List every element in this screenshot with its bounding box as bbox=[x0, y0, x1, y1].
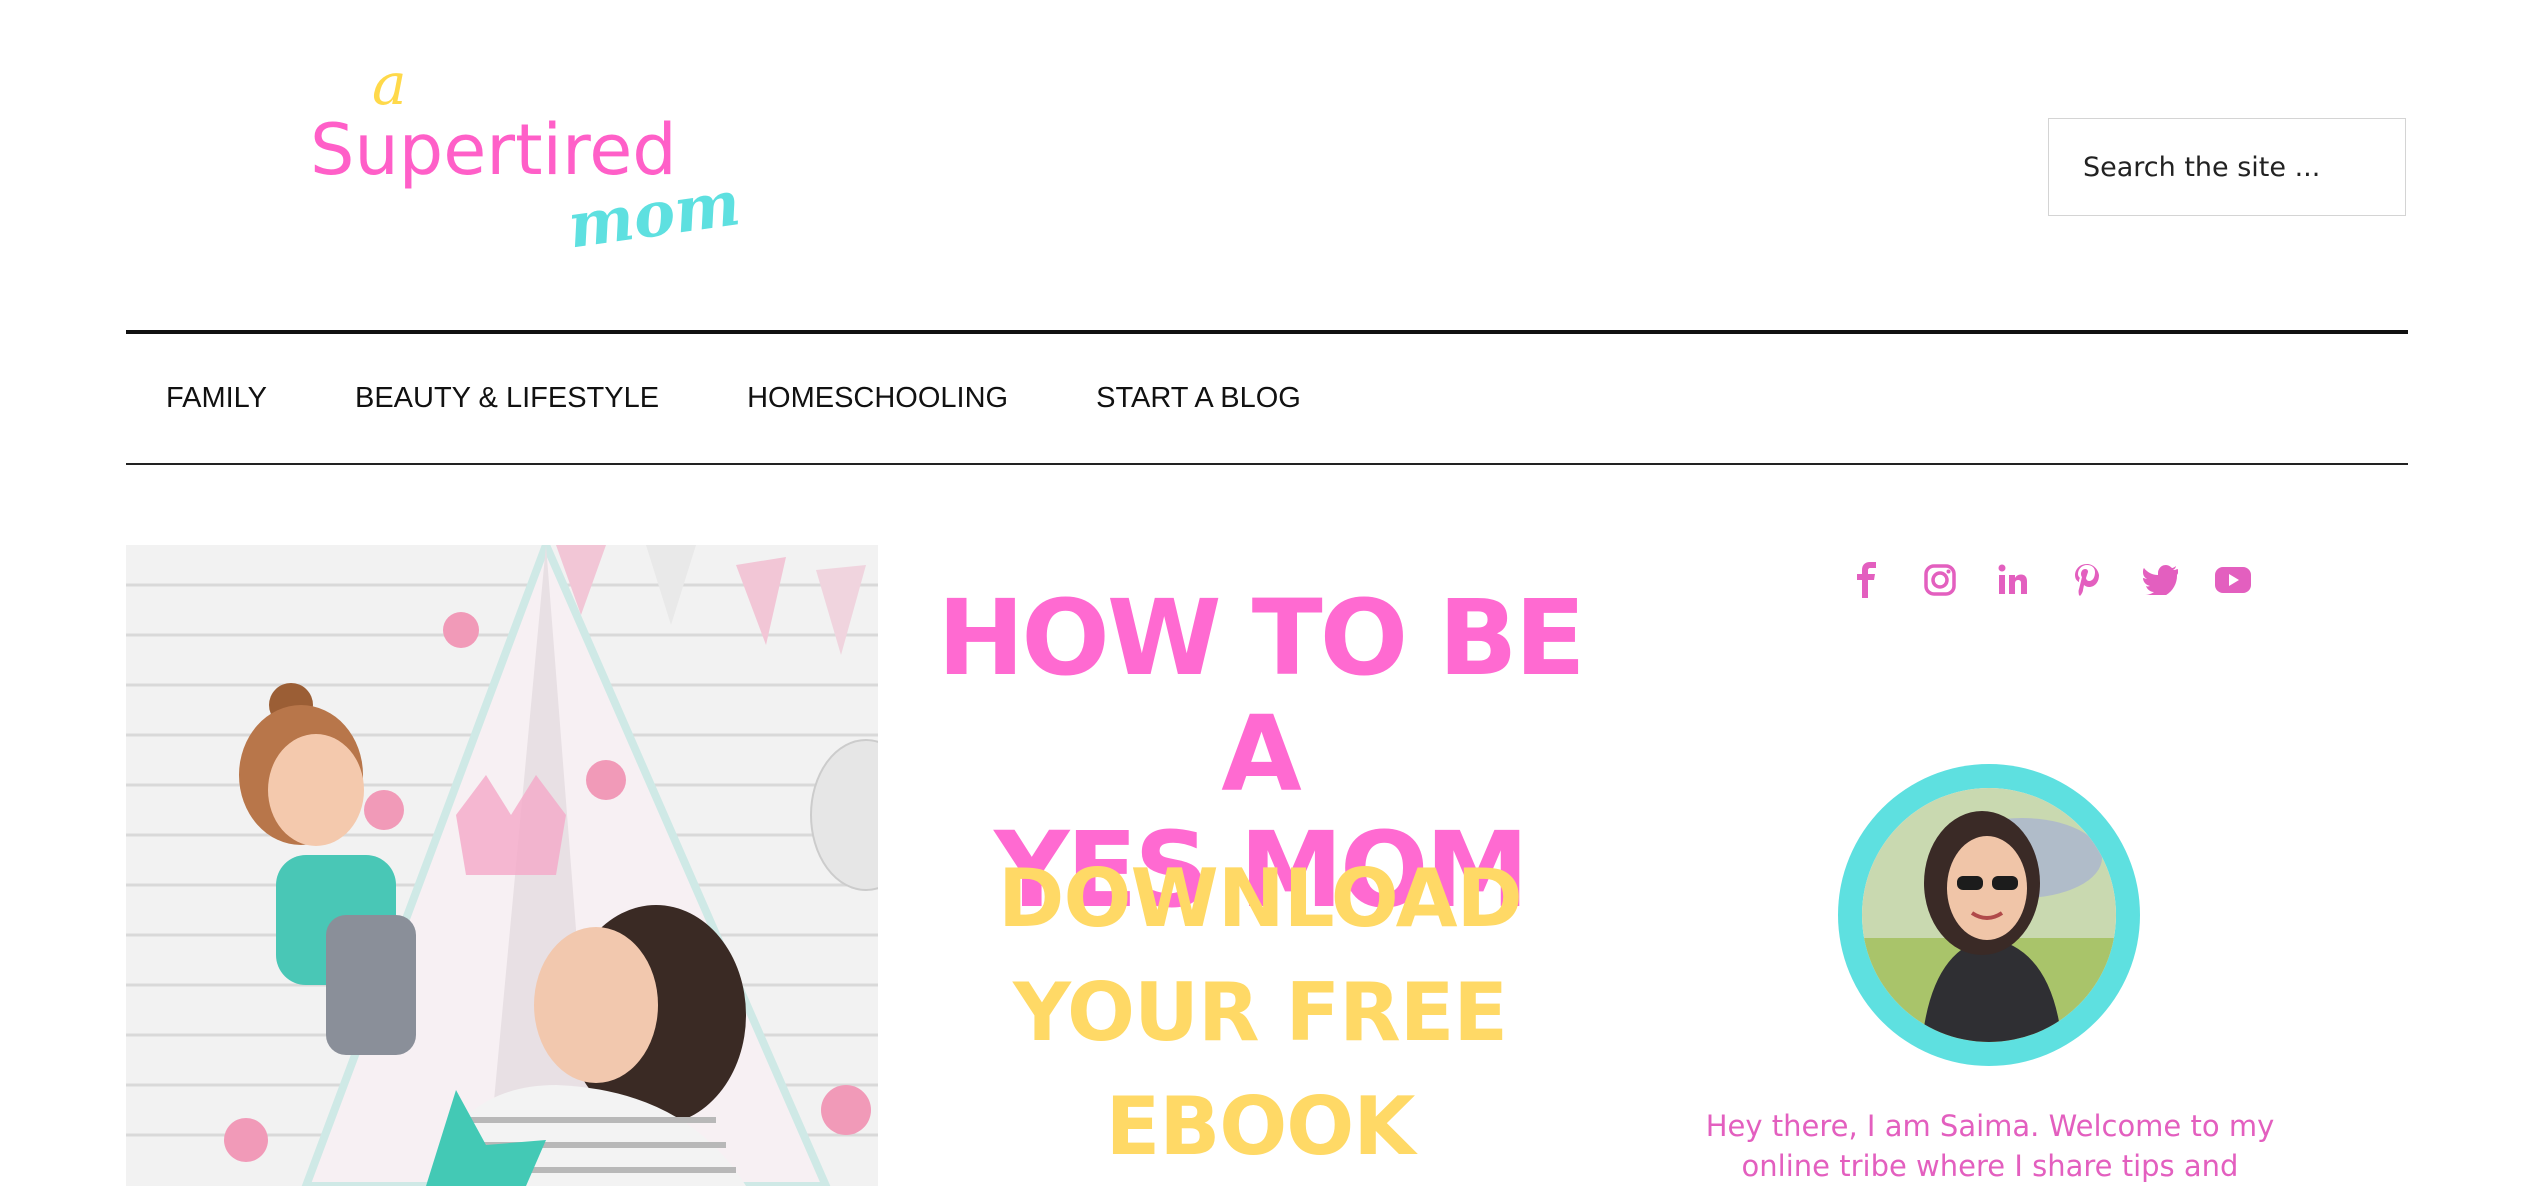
promo-subtitle[interactable]: DOWNLOAD YOUR FREE EBOOK bbox=[890, 842, 1630, 1184]
hero-photo-mother-daughter[interactable] bbox=[126, 545, 878, 1186]
nav-item-homeschooling[interactable]: HOMESCHOOLING bbox=[747, 382, 1008, 415]
promo-sub-line-1: DOWNLOAD bbox=[998, 852, 1523, 945]
promo-sub-line-3: EBOOK bbox=[1105, 1080, 1416, 1173]
bio-line-2: online tribe where I share tips and bbox=[1741, 1149, 2239, 1183]
nav-item-beauty-lifestyle[interactable]: BEAUTY & LIFESTYLE bbox=[355, 382, 659, 415]
nav-item-start-a-blog[interactable]: START A BLOG bbox=[1096, 382, 1301, 415]
promo-sub-line-2: YOUR FREE bbox=[1012, 966, 1508, 1059]
social-icons bbox=[1830, 560, 2270, 600]
youtube-icon[interactable] bbox=[2197, 560, 2270, 600]
twitter-icon[interactable] bbox=[2123, 560, 2196, 600]
main-nav: FAMILY BEAUTY & LIFESTYLE HOMESCHOOLING … bbox=[126, 330, 2408, 465]
promo-title-line-1: HOW TO BE A bbox=[937, 577, 1585, 815]
author-bio: Hey there, I am Saima. Welcome to my onl… bbox=[1700, 1106, 2280, 1186]
nav-item-family[interactable]: FAMILY bbox=[166, 382, 267, 415]
linkedin-icon[interactable] bbox=[1977, 560, 2050, 600]
logo-text-supertired: Supertired bbox=[310, 109, 677, 191]
facebook-icon[interactable] bbox=[1830, 560, 1903, 600]
search-input[interactable] bbox=[2081, 150, 2405, 184]
instagram-icon[interactable] bbox=[1903, 560, 1976, 600]
author-avatar[interactable] bbox=[1838, 764, 2140, 1066]
site-logo[interactable]: a Supertired mom bbox=[300, 62, 750, 262]
bio-line-1: Hey there, I am Saima. Welcome to my bbox=[1705, 1109, 2275, 1143]
search-box[interactable] bbox=[2048, 118, 2406, 216]
pinterest-icon[interactable] bbox=[2050, 560, 2123, 600]
